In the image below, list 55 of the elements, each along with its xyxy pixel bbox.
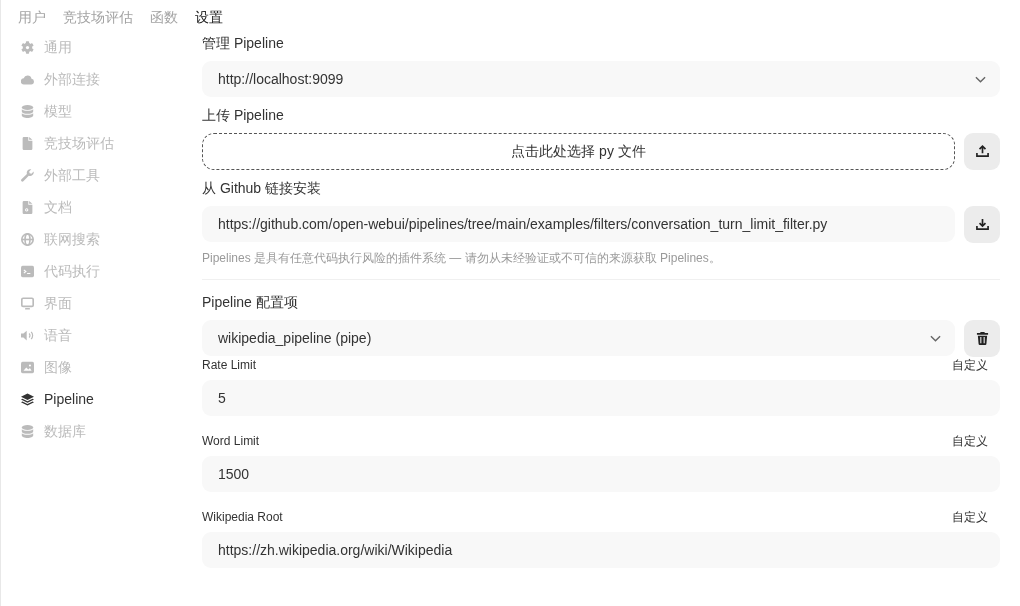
- download-button[interactable]: [964, 206, 1000, 243]
- valve-label: Rate Limit: [202, 357, 257, 373]
- sidebar-item[interactable]: 数据库: [18, 418, 86, 444]
- image-icon: [21, 360, 34, 374]
- sidebar-item[interactable]: Pipeline: [18, 386, 94, 412]
- globe-icon: [21, 232, 34, 246]
- sidebar-item[interactable]: 界面: [18, 290, 72, 316]
- url-input[interactable]: https://github.com/open-webui/pipelines/tree/main/examples/filters/conversation_turn_limit_filter.py: [202, 206, 955, 242]
- valve-input[interactable]: 1500: [202, 456, 1000, 492]
- upload-button[interactable]: [964, 133, 1000, 170]
- section-label: 管理 Pipeline: [202, 34, 284, 52]
- upload-icon: [975, 145, 989, 158]
- custom-toggle[interactable]: 自定义: [952, 509, 988, 525]
- trash-icon: [975, 332, 989, 345]
- valve-label: Word Limit: [202, 433, 260, 449]
- terminal-icon: [21, 264, 34, 278]
- file-dropzone[interactable]: 点击此处选择 py 文件: [202, 133, 955, 170]
- section-label: 上传 Pipeline: [202, 106, 284, 124]
- gear-icon: [21, 40, 34, 54]
- sidebar-item[interactable]: 外部连接: [18, 66, 100, 92]
- monitor-icon: [21, 296, 34, 310]
- top-tab[interactable]: 函数: [150, 8, 178, 26]
- sidebar-item[interactable]: 竞技场评估: [18, 130, 114, 156]
- database-icon: [21, 104, 34, 118]
- pipeline-select[interactable]: wikipedia_pipeline (pipe): [202, 320, 955, 356]
- wrench-icon: [21, 168, 34, 182]
- chevron-down-icon: [930, 334, 941, 342]
- database-icon: [21, 424, 34, 438]
- sidebar-item[interactable]: 外部工具: [18, 162, 100, 188]
- top-tab[interactable]: 用户: [18, 8, 46, 26]
- valve-label: Wikipedia Root: [202, 509, 283, 525]
- sidebar-item[interactable]: 通用: [18, 34, 72, 60]
- sidebar-item[interactable]: 文档: [18, 194, 72, 220]
- warning-text: Pipelines 是具有任意代码执行风险的插件系统 — 请勿从未经验证或不可信的来源获取 Pipelines。: [202, 250, 721, 266]
- speaker-icon: [21, 328, 34, 342]
- download-icon: [975, 218, 989, 231]
- sidebar-item[interactable]: 联网搜索: [18, 226, 100, 252]
- sidebar-item[interactable]: 图像: [18, 354, 72, 380]
- custom-toggle[interactable]: 自定义: [952, 357, 988, 373]
- document-icon: [21, 200, 34, 214]
- custom-toggle[interactable]: 自定义: [952, 433, 988, 449]
- layers-icon: [21, 392, 34, 406]
- section-label: 从 Github 链接安装: [202, 179, 322, 197]
- section-label: Pipeline 配置项: [202, 293, 298, 311]
- file-icon: [21, 136, 34, 150]
- top-tab[interactable]: 设置: [195, 8, 223, 26]
- top-tab[interactable]: 竞技场评估: [63, 8, 133, 26]
- chevron-down-icon: [975, 75, 986, 83]
- delete-button[interactable]: [964, 320, 1000, 357]
- sidebar-item[interactable]: 代码执行: [18, 258, 100, 284]
- valve-input[interactable]: 5: [202, 380, 1000, 416]
- sidebar-item[interactable]: 语音: [18, 322, 72, 348]
- sidebar-item[interactable]: 模型: [18, 98, 72, 124]
- valve-input[interactable]: https://zh.wikipedia.org/wiki/Wikipedia: [202, 532, 1000, 568]
- server-select[interactable]: http://localhost:9099: [202, 61, 1000, 97]
